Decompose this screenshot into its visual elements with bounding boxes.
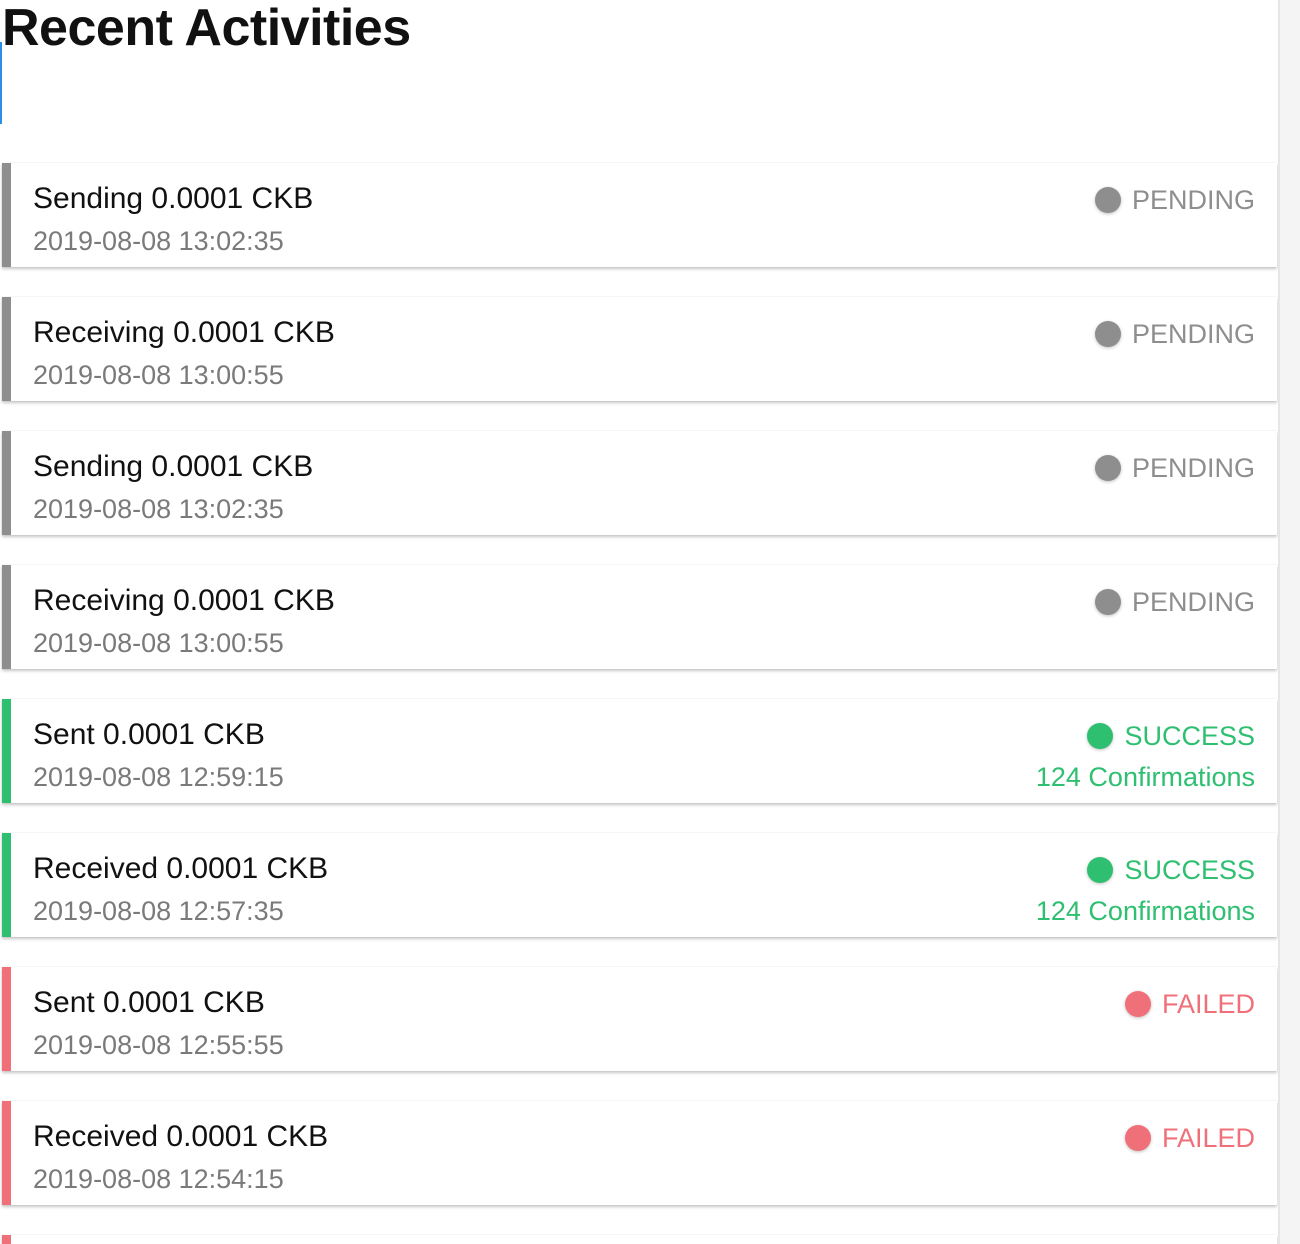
status-dot-icon bbox=[1124, 1125, 1151, 1151]
status-badge: FAILED bbox=[1124, 987, 1255, 1021]
activity-title: Sent 0.0001 CKB bbox=[33, 986, 265, 1019]
status-badge: SUCCESS bbox=[1087, 719, 1255, 753]
status-label: SUCCESS bbox=[1124, 855, 1255, 885]
status-label: SUCCESS bbox=[1124, 721, 1255, 751]
status-badge: SUCCESS bbox=[1087, 853, 1255, 887]
activity-title: Receiving 0.0001 CKB bbox=[33, 584, 335, 617]
activity-title: Sending 0.0001 CKB bbox=[33, 182, 314, 215]
status-badge: FAILED bbox=[1124, 1121, 1255, 1155]
activity-card[interactable]: Received 0.0001 CKB 2019-08-08 12:57:35 … bbox=[2, 833, 1277, 937]
page: Recent Activities Sending 0.0001 CKB 201… bbox=[0, 0, 1300, 1244]
status-label: PENDING bbox=[1131, 587, 1255, 617]
activity-card[interactable]: Receiving 0.0001 CKB 2019-08-08 13:00:55… bbox=[2, 297, 1277, 401]
status-dot-icon bbox=[1087, 723, 1114, 749]
activity-timestamp: 2019-08-08 12:54:15 bbox=[33, 1164, 284, 1194]
status-badge: PENDING bbox=[1094, 183, 1255, 217]
activity-card[interactable]: Received 0.0001 CKB 2019-08-08 12:54:15 … bbox=[2, 1101, 1277, 1205]
status-label: PENDING bbox=[1131, 453, 1255, 483]
page-title: Recent Activities bbox=[2, 0, 411, 57]
activity-card[interactable]: Sent 0.0001 CKB 2019-08-08 12:55:55 FAIL… bbox=[2, 967, 1277, 1071]
activities-panel: Recent Activities Sending 0.0001 CKB 201… bbox=[0, 0, 1278, 1244]
activity-timestamp: 2019-08-08 12:59:15 bbox=[33, 762, 284, 792]
status-dot-icon bbox=[1094, 321, 1121, 347]
activity-timestamp: 2019-08-08 13:00:55 bbox=[33, 628, 284, 658]
activity-title: Received 0.0001 CKB bbox=[33, 1120, 329, 1153]
activity-card[interactable]: Receiving 0.0001 CKB 2019-08-08 13:00:55… bbox=[2, 565, 1277, 669]
status-badge: PENDING bbox=[1094, 451, 1255, 485]
activity-timestamp: 2019-08-08 13:00:55 bbox=[33, 360, 284, 390]
status-dot-icon bbox=[1124, 991, 1151, 1017]
activity-card[interactable]: Sending 0.0001 CKB 2019-08-08 13:02:35 P… bbox=[2, 431, 1277, 535]
activity-card[interactable]: Sending 0.0001 CKB 2019-08-08 13:02:35 P… bbox=[2, 163, 1277, 267]
status-dot-icon bbox=[1094, 187, 1121, 213]
status-dot-icon bbox=[1094, 455, 1121, 481]
status-dot-icon bbox=[1094, 589, 1121, 615]
activity-list[interactable]: Sending 0.0001 CKB 2019-08-08 13:02:35 P… bbox=[2, 163, 1277, 1244]
status-label: FAILED bbox=[1161, 989, 1255, 1019]
activity-card-partial[interactable] bbox=[2, 1235, 1277, 1244]
activity-timestamp: 2019-08-08 13:02:35 bbox=[33, 226, 284, 256]
confirmations-count: 124 Confirmations bbox=[1035, 896, 1255, 926]
focus-indicator bbox=[0, 42, 2, 124]
confirmations-count: 124 Confirmations bbox=[1035, 762, 1255, 792]
status-dot-icon bbox=[1087, 857, 1114, 883]
activity-title: Received 0.0001 CKB bbox=[33, 852, 329, 885]
status-badge: PENDING bbox=[1094, 317, 1255, 351]
status-label: PENDING bbox=[1131, 319, 1255, 349]
status-label: PENDING bbox=[1131, 185, 1255, 215]
scroll-gutter bbox=[1278, 0, 1280, 1244]
status-badge: PENDING bbox=[1094, 585, 1255, 619]
activity-title: Sending 0.0001 CKB bbox=[33, 450, 314, 483]
activity-timestamp: 2019-08-08 12:57:35 bbox=[33, 896, 284, 926]
activity-timestamp: 2019-08-08 13:02:35 bbox=[33, 494, 284, 524]
activity-title: Receiving 0.0001 CKB bbox=[33, 316, 335, 349]
activity-card[interactable]: Sent 0.0001 CKB 2019-08-08 12:59:15 SUCC… bbox=[2, 699, 1277, 803]
activity-timestamp: 2019-08-08 12:55:55 bbox=[33, 1030, 284, 1060]
activity-title: Sent 0.0001 CKB bbox=[33, 718, 265, 751]
status-label: FAILED bbox=[1161, 1123, 1255, 1153]
